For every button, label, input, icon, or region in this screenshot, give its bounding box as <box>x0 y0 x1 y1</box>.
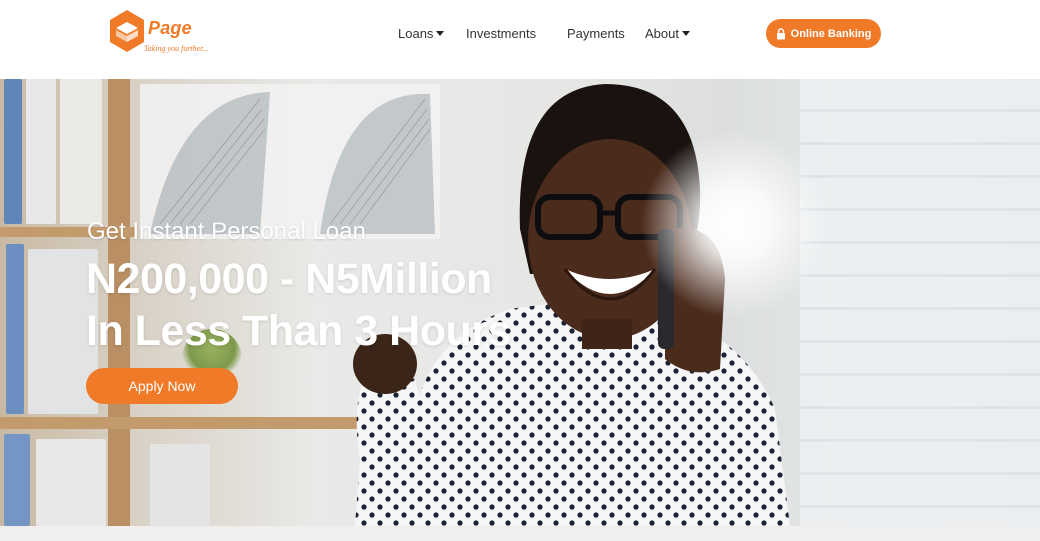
nav-item-payments[interactable]: Payments <box>567 26 625 42</box>
apply-now-button[interactable]: Apply Now <box>86 368 238 404</box>
binder <box>60 79 102 224</box>
hero-headline-time: In Less Than 3 Hours <box>86 307 511 355</box>
hero-headline-amount: N200,000 - N5Million <box>86 255 492 303</box>
binder <box>150 444 210 526</box>
binder <box>6 244 24 414</box>
brand-tagline: Taking you further... <box>144 44 209 53</box>
binder <box>4 79 22 224</box>
hero-subtitle: Get Instant Personal Loan <box>87 218 366 245</box>
shelf-board <box>0 417 360 429</box>
nav-item-about[interactable]: About <box>645 26 690 42</box>
nav-item-loans[interactable]: Loans <box>398 26 445 42</box>
nav-item-label: Payments <box>567 26 625 41</box>
caret-down-icon <box>681 31 690 36</box>
brand-name: Page <box>148 18 192 38</box>
hero-banner: Get Instant Personal Loan N200,000 - N5M… <box>0 79 1040 526</box>
light-flare <box>640 129 830 319</box>
nav-item-label: About <box>645 26 679 41</box>
site-header: Page Taking you further... Loans Investm… <box>0 0 1040 79</box>
nav-item-label: Investments <box>466 26 537 41</box>
binder <box>4 434 30 526</box>
online-banking-label: Online Banking <box>790 27 872 40</box>
online-banking-button[interactable]: Online Banking <box>766 19 881 48</box>
binder <box>26 79 56 224</box>
binder <box>36 439 106 526</box>
nav-item-investments[interactable]: Investments <box>466 26 536 42</box>
nav-item-label: Loans <box>398 26 434 41</box>
window-blinds <box>800 79 1040 526</box>
brand-logo[interactable]: Page Taking you further... <box>108 8 218 58</box>
caret-down-icon <box>436 31 445 36</box>
logo-cube-icon <box>110 10 144 52</box>
page-bottom-strip <box>0 526 1040 541</box>
lock-icon <box>776 27 785 39</box>
